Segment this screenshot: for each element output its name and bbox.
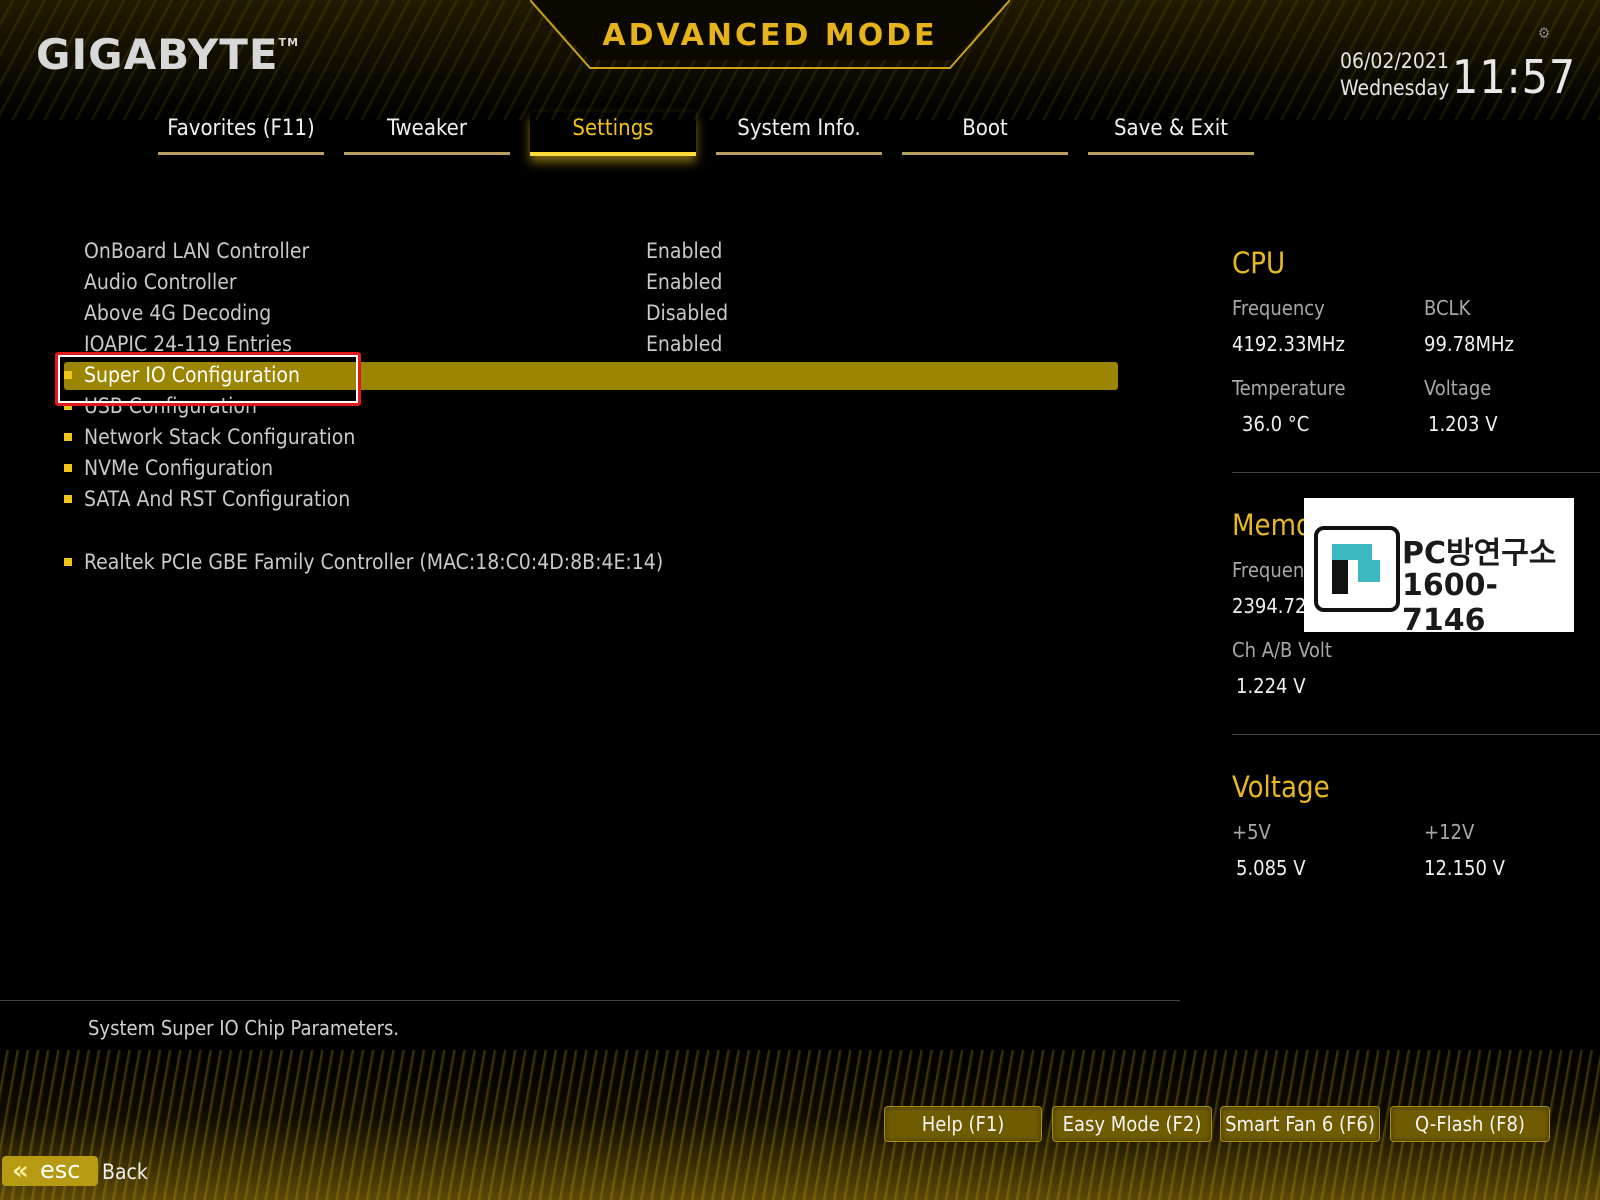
memory-title: Memo (1232, 508, 1312, 542)
section-divider (1232, 472, 1600, 473)
tab-tweaker[interactable]: Tweaker (344, 112, 510, 155)
submenu-usb[interactable]: USB Configuration (64, 391, 1124, 421)
watermark-line1: PC방연구소 (1402, 536, 1557, 571)
pc-lab-logo-icon (1314, 526, 1400, 612)
voltage-title: Voltage (1232, 770, 1330, 804)
memory-ch-volt-value: 1.224 V (1236, 674, 1306, 698)
esc-key-label: esc (40, 1156, 81, 1184)
memory-frequency-label: Frequen (1232, 558, 1305, 582)
cpu-bclk-label: BCLK (1424, 296, 1471, 320)
watermark-line2: 1600-7146 (1402, 568, 1498, 638)
cpu-voltage-value: 1.203 V (1428, 412, 1498, 436)
tab-system-info[interactable]: System Info. (716, 112, 882, 155)
submenu-label: SATA And RST Configuration (84, 487, 351, 511)
cpu-frequency-value: 4192.33MHz (1232, 332, 1345, 356)
setting-ioapic[interactable]: IOAPIC 24-119 Entries Enabled (64, 329, 1124, 359)
setting-onboard-lan[interactable]: OnBoard LAN Controller Enabled (64, 236, 1124, 266)
tab-favorites[interactable]: Favorites (F11) (158, 112, 324, 155)
watermark-logo: PC방연구소 1600-7146 (1304, 498, 1574, 638)
cpu-title: CPU (1232, 246, 1286, 280)
submenu-label: Network Stack Configuration (84, 425, 356, 449)
submenu-bullet-icon (64, 433, 72, 441)
setting-value[interactable]: Disabled (646, 298, 728, 328)
submenu-label: Super IO Configuration (84, 363, 300, 387)
memory-ch-volt-label: Ch A/B Volt (1232, 638, 1332, 662)
mode-banner: ADVANCED MODE (530, 0, 1010, 69)
cpu-frequency-label: Frequency (1232, 296, 1325, 320)
submenu-sata-rst[interactable]: SATA And RST Configuration (64, 484, 1124, 514)
setting-label: IOAPIC 24-119 Entries (84, 332, 292, 356)
submenu-realtek-controller[interactable]: Realtek PCIe GBE Family Controller (MAC:… (64, 547, 1124, 577)
double-chevron-left-icon: « (12, 1156, 29, 1186)
setting-label: Audio Controller (84, 270, 237, 294)
help-description: System Super IO Chip Parameters. (88, 1016, 400, 1040)
cpu-temperature-value: 36.0 °C (1242, 412, 1310, 436)
submenu-super-io[interactable]: Super IO Configuration (64, 360, 1124, 390)
cpu-bclk-value: 99.78MHz (1424, 332, 1514, 356)
submenu-label: Realtek PCIe GBE Family Controller (MAC:… (84, 550, 664, 574)
submenu-nvme[interactable]: NVMe Configuration (64, 453, 1124, 483)
date-display: 06/02/2021 Wednesday (1340, 49, 1450, 100)
tab-settings[interactable]: Settings (530, 112, 696, 156)
easy-mode-button[interactable]: Easy Mode (F2) (1052, 1106, 1212, 1142)
help-divider (0, 1000, 1180, 1001)
submenu-bullet-icon (64, 495, 72, 503)
setting-audio-controller[interactable]: Audio Controller Enabled (64, 267, 1124, 297)
voltage-12v-value: 12.150 V (1424, 856, 1505, 880)
cpu-voltage-label: Voltage (1424, 376, 1492, 400)
cpu-temperature-label: Temperature (1232, 376, 1346, 400)
clock: 11:57 (1452, 50, 1577, 104)
help-button[interactable]: Help (F1) (884, 1106, 1042, 1142)
setting-label: Above 4G Decoding (84, 301, 272, 325)
submenu-bullet-icon (64, 464, 72, 472)
gigabyte-logo: GIGABYTETM (36, 30, 300, 79)
back-label[interactable]: Back (102, 1160, 148, 1184)
setting-above-4g[interactable]: Above 4G Decoding Disabled (64, 298, 1124, 328)
mode-title: ADVANCED MODE (602, 18, 938, 53)
submenu-bullet-icon (64, 371, 72, 379)
section-divider (1232, 734, 1600, 735)
gear-icon[interactable]: ⚙ (1538, 24, 1554, 42)
q-flash-button[interactable]: Q-Flash (F8) (1390, 1106, 1550, 1142)
tab-boot[interactable]: Boot (902, 112, 1068, 155)
setting-value[interactable]: Enabled (646, 329, 722, 359)
voltage-12v-label: +12V (1424, 820, 1475, 844)
setting-value[interactable]: Enabled (646, 267, 722, 297)
submenu-label: NVMe Configuration (84, 456, 274, 480)
memory-frequency-value: 2394.72 (1232, 594, 1307, 618)
smart-fan-button[interactable]: Smart Fan 6 (F6) (1220, 1106, 1380, 1142)
submenu-bullet-icon (64, 558, 72, 566)
submenu-label: USB Configuration (84, 394, 257, 418)
esc-back-button[interactable]: « esc (2, 1156, 98, 1186)
voltage-5v-value: 5.085 V (1236, 856, 1306, 880)
voltage-5v-label: +5V (1232, 820, 1271, 844)
submenu-network-stack[interactable]: Network Stack Configuration (64, 422, 1124, 452)
submenu-bullet-icon (64, 402, 72, 410)
tab-save-exit[interactable]: Save & Exit (1088, 112, 1254, 155)
setting-label: OnBoard LAN Controller (84, 239, 310, 263)
setting-value[interactable]: Enabled (646, 236, 722, 266)
main-tabs: Favorites (F11) Tweaker Settings System … (158, 112, 1258, 156)
